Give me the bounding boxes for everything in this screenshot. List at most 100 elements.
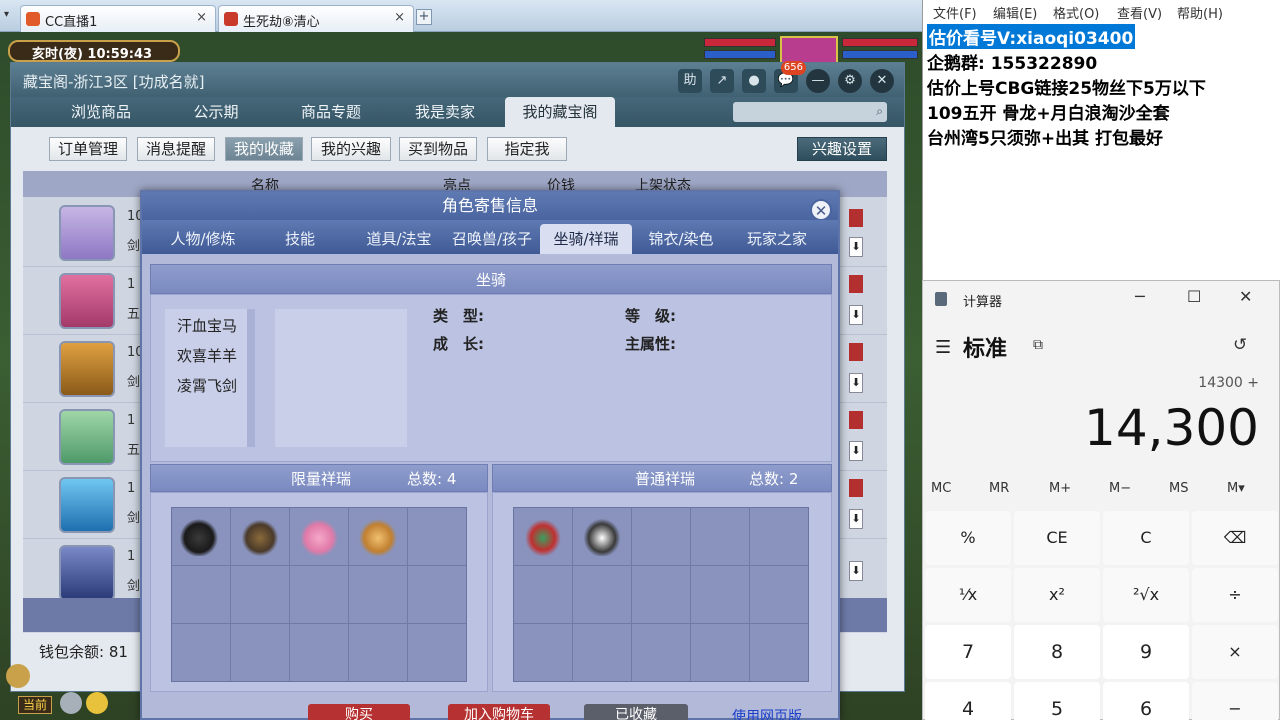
grid-slot[interactable] bbox=[573, 508, 631, 565]
note-line[interactable]: 估价上号CBG链接25物丝下5万以下 bbox=[927, 74, 1206, 99]
message-icon[interactable]: 💬 656 bbox=[774, 61, 806, 93]
buy-button[interactable]: 购买 bbox=[308, 704, 410, 720]
settings-icon[interactable]: ⚙ bbox=[838, 69, 862, 93]
clear-key[interactable]: C bbox=[1103, 511, 1189, 565]
favorites-button[interactable]: 我的收藏 bbox=[225, 137, 303, 161]
grid-slot[interactable] bbox=[750, 566, 808, 623]
browser-tab-game[interactable]: 生死劫⑧清心 × bbox=[218, 5, 414, 32]
tab-home[interactable]: 玩家之家 bbox=[732, 224, 822, 254]
emoji-icon[interactable] bbox=[86, 692, 108, 714]
ms-button[interactable]: MS bbox=[1169, 481, 1188, 496]
purchased-button[interactable]: 买到物品 bbox=[399, 137, 477, 161]
note-line[interactable]: 109五开 骨龙+月白浪淘沙全套 bbox=[927, 99, 1170, 124]
grid-slot[interactable] bbox=[172, 508, 230, 565]
note-line[interactable]: 估价看号V:xiaoqi03400 bbox=[927, 24, 1136, 49]
nav-browse[interactable]: 浏览商品 bbox=[51, 97, 151, 127]
grid-slot[interactable] bbox=[231, 508, 289, 565]
my-interests-button[interactable]: 我的兴趣 bbox=[311, 137, 391, 161]
mc-button[interactable]: MC bbox=[931, 481, 951, 496]
percent-key[interactable]: % bbox=[925, 511, 1011, 565]
grid-slot[interactable] bbox=[632, 624, 690, 681]
key-9[interactable]: 9 bbox=[1103, 625, 1189, 679]
history-icon[interactable]: ↺ bbox=[1233, 335, 1247, 355]
arrow-icon[interactable] bbox=[6, 664, 30, 688]
interest-settings-button[interactable]: 兴趣设置 bbox=[797, 137, 887, 161]
arrow-down-icon[interactable]: ⬇ bbox=[849, 561, 863, 581]
grid-slot[interactable] bbox=[514, 566, 572, 623]
grid-slot[interactable] bbox=[691, 566, 749, 623]
grid-slot[interactable] bbox=[750, 508, 808, 565]
arrow-down-icon[interactable]: ⬇ bbox=[849, 305, 863, 325]
close-icon[interactable]: ✕ bbox=[810, 199, 832, 221]
grid-slot[interactable] bbox=[514, 508, 572, 565]
tab-items[interactable]: 道具/法宝 bbox=[354, 224, 444, 254]
key-5[interactable]: 5 bbox=[1014, 682, 1100, 720]
minimize-icon[interactable]: — bbox=[806, 69, 830, 93]
nav-my-pavilion[interactable]: 我的藏宝阁 bbox=[505, 97, 615, 127]
key-6[interactable]: 6 bbox=[1103, 682, 1189, 720]
note-line[interactable]: 台州湾5只须弥+出其 打包最好 bbox=[927, 124, 1163, 149]
grid-slot[interactable] bbox=[573, 566, 631, 623]
assigned-to-me-button[interactable]: 指定我 bbox=[487, 137, 567, 161]
grid-slot[interactable] bbox=[632, 508, 690, 565]
grid-slot[interactable] bbox=[290, 566, 348, 623]
share-icon[interactable]: ↗ bbox=[710, 69, 734, 93]
menu-file[interactable]: 文件(F) bbox=[933, 3, 977, 22]
memory-list-button[interactable]: M▾ bbox=[1227, 481, 1245, 496]
nav-public[interactable]: 公示期 bbox=[171, 97, 261, 127]
grid-slot[interactable] bbox=[349, 624, 407, 681]
grid-slot[interactable] bbox=[408, 566, 466, 623]
close-tab-icon[interactable]: × bbox=[196, 10, 207, 25]
tab-skills[interactable]: 技能 bbox=[260, 224, 340, 254]
close-icon[interactable]: ✕ bbox=[870, 69, 894, 93]
tab-pets[interactable]: 召唤兽/孩子 bbox=[444, 224, 540, 254]
favorited-button[interactable]: 已收藏 bbox=[584, 704, 688, 720]
m-plus-button[interactable]: M+ bbox=[1049, 481, 1071, 496]
menu-edit[interactable]: 编辑(E) bbox=[993, 3, 1037, 22]
menu-icon[interactable]: ☰ bbox=[935, 337, 951, 358]
search-input[interactable]: ⌕ bbox=[733, 102, 887, 122]
key-7[interactable]: 7 bbox=[925, 625, 1011, 679]
mount-item[interactable]: 凌霄飞剑 bbox=[177, 375, 237, 396]
backspace-key[interactable]: ⌫ bbox=[1192, 511, 1278, 565]
grid-slot[interactable] bbox=[691, 624, 749, 681]
key-4[interactable]: 4 bbox=[925, 682, 1011, 720]
nav-seller[interactable]: 我是卖家 bbox=[395, 97, 495, 127]
grid-slot[interactable] bbox=[408, 624, 466, 681]
grid-slot[interactable] bbox=[750, 624, 808, 681]
orders-button[interactable]: 订单管理 bbox=[49, 137, 127, 161]
maximize-icon[interactable]: ☐ bbox=[1187, 287, 1201, 306]
minus-key[interactable]: − bbox=[1192, 682, 1278, 720]
divide-key[interactable]: ÷ bbox=[1192, 568, 1278, 622]
menu-format[interactable]: 格式(O) bbox=[1053, 3, 1099, 22]
close-tab-icon[interactable]: × bbox=[394, 10, 405, 25]
arrow-down-icon[interactable]: ⬇ bbox=[849, 237, 863, 257]
grid-slot[interactable] bbox=[349, 508, 407, 565]
grid-slot[interactable] bbox=[231, 624, 289, 681]
reciprocal-key[interactable]: ⅟x bbox=[925, 568, 1011, 622]
grid-slot[interactable] bbox=[290, 624, 348, 681]
grid-slot[interactable] bbox=[573, 624, 631, 681]
grid-slot[interactable] bbox=[691, 508, 749, 565]
ce-key[interactable]: CE bbox=[1014, 511, 1100, 565]
keep-on-top-icon[interactable]: ⧉ bbox=[1033, 337, 1043, 353]
window-title-bar[interactable]: 藏宝阁-浙江3区 [功成名就] 助 ↗ ● 💬 656 — ⚙ ✕ bbox=[11, 61, 904, 97]
channel-current[interactable]: 当前 bbox=[18, 696, 52, 714]
minimize-icon[interactable]: ─ bbox=[1135, 287, 1145, 306]
close-icon[interactable]: ✕ bbox=[1239, 287, 1252, 306]
sqrt-key[interactable]: ²√x bbox=[1103, 568, 1189, 622]
web-version-link[interactable]: 使用网页版 bbox=[732, 706, 802, 720]
mount-item[interactable]: 欢喜羊羊 bbox=[177, 345, 237, 366]
mr-button[interactable]: MR bbox=[989, 481, 1009, 496]
grid-slot[interactable] bbox=[290, 508, 348, 565]
grid-slot[interactable] bbox=[514, 624, 572, 681]
square-key[interactable]: x² bbox=[1014, 568, 1100, 622]
grid-slot[interactable] bbox=[231, 566, 289, 623]
arrow-down-icon[interactable]: ⬇ bbox=[849, 441, 863, 461]
grid-slot[interactable] bbox=[172, 566, 230, 623]
menu-view[interactable]: 查看(V) bbox=[1117, 3, 1162, 22]
note-line[interactable]: 企鹅群: 155322890 bbox=[927, 49, 1097, 74]
nav-topics[interactable]: 商品专题 bbox=[281, 97, 381, 127]
add-to-cart-button[interactable]: 加入购物车 bbox=[448, 704, 550, 720]
m-minus-button[interactable]: M− bbox=[1109, 481, 1131, 496]
